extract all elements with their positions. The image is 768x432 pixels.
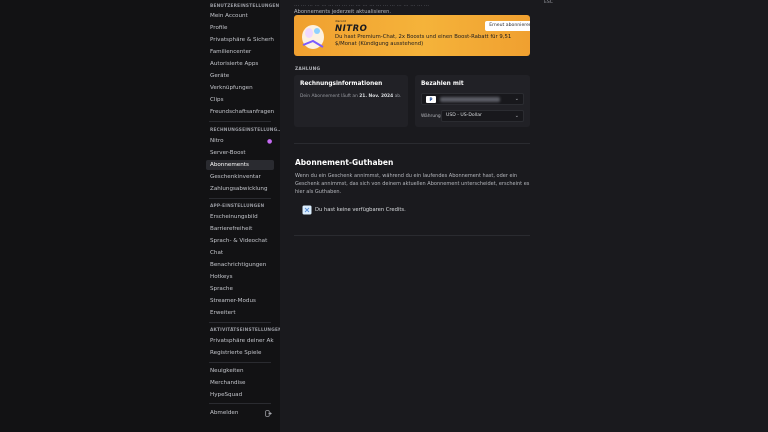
blurred-account-email	[440, 97, 500, 102]
settings-window: BENUTZEREINSTELLUNGEN Mein Account Profi…	[0, 0, 768, 432]
sidebar-item-notifications[interactable]: Benachrichtigungen	[206, 260, 274, 270]
currency-value: USD - US-Dollar	[446, 113, 482, 118]
sidebar-item-appearance[interactable]: Erscheinungsbild	[206, 212, 274, 222]
subscription-end-date: 21. Nov. 2024	[359, 94, 394, 99]
pay-with-title: Bezahlen mit	[421, 81, 464, 87]
sidebar-divider	[209, 403, 271, 404]
sidebar-divider	[209, 121, 271, 122]
section-divider	[294, 143, 530, 144]
gift-icon	[302, 205, 312, 215]
nitro-logo: NITRO	[335, 24, 368, 34]
resubscribe-button[interactable]: Erneut abonnieren	[485, 21, 530, 31]
sidebar-item-activity-privacy[interactable]: Privatsphäre deiner Ak…	[206, 336, 274, 346]
sidebar-divider	[209, 198, 271, 199]
currency-select[interactable]: USD - US-Dollar ⌄	[441, 110, 524, 122]
payment-section-label: ZAHLUNG	[295, 67, 321, 72]
sidebar-item-server-boost[interactable]: Server-Boost	[206, 148, 274, 158]
esc-label[interactable]: ESC	[544, 0, 553, 5]
sidebar-item-clips[interactable]: Clips	[206, 95, 274, 105]
sidebar-item-profiles[interactable]: Profile	[206, 23, 274, 33]
nitro-mascot-icon	[302, 25, 324, 49]
pay-with-card: Bezahlen mit P ⌄ Währung USD - US-Dollar…	[415, 75, 530, 127]
paypal-icon: P	[426, 96, 436, 103]
payment-method-select[interactable]: P ⌄	[421, 93, 524, 105]
nitro-badge-icon: ●	[267, 138, 273, 145]
sidebar-item-hypesquad[interactable]: HypeSquad	[206, 390, 274, 400]
sidebar-item-connections[interactable]: Verknüpfungen	[206, 83, 274, 93]
sidebar-item-language[interactable]: Sprache	[206, 284, 274, 294]
sidebar-item-registered-games[interactable]: Registrierte Spiele	[206, 348, 274, 358]
billing-info-text: Dein Abonnement läuft an 21. Nov. 2024 a…	[300, 94, 401, 99]
logout-icon	[265, 410, 272, 417]
sidebar-item-devices[interactable]: Geräte	[206, 71, 274, 81]
nitro-sub-logo: discord	[335, 19, 346, 23]
intro-text: … … … … … … … … … … … … … … … … … … … … …	[294, 2, 534, 16]
sidebar-item-advanced[interactable]: Erweitert	[206, 308, 274, 318]
section-heading-user-settings: BENUTZEREINSTELLUNGEN	[210, 4, 280, 9]
sidebar-item-voice-video[interactable]: Sprach- & Videochat	[206, 236, 274, 246]
nitro-subscription-banner: discord NITRO Du hast Premium-Chat, 2x B…	[294, 15, 530, 56]
sidebar-item-privacy-safety[interactable]: Privatsphäre & Sicherh…	[206, 35, 274, 45]
sidebar-item-my-account[interactable]: Mein Account	[206, 11, 274, 21]
billing-text-suffix: ab.	[393, 94, 402, 99]
intro-text-line: … … … … … … … … … … … … … … … … … … … …	[294, 2, 430, 8]
sidebar-item-merchandise[interactable]: Merchandise	[206, 378, 274, 388]
sidebar-item-subscriptions[interactable]: Abonnements	[206, 160, 274, 170]
section-heading-billing-settings: RECHNUNGSEINSTELLUNG…	[210, 128, 282, 133]
logout-button[interactable]: Abmelden	[206, 408, 274, 418]
sidebar-item-accessibility[interactable]: Barrierefreiheit	[206, 224, 274, 234]
sidebar-item-chat[interactable]: Chat	[206, 248, 274, 258]
subscriptions-page: … … … … … … … … … … … … … … … … … … … … …	[280, 0, 768, 432]
sidebar-item-streamer-mode[interactable]: Streamer-Modus	[206, 296, 274, 306]
sidebar-item-keybinds[interactable]: Hotkeys	[206, 272, 274, 282]
sidebar-item-whats-new[interactable]: Neuigkeiten	[206, 366, 274, 376]
nitro-plan-description: Du hast Premium-Chat, 2x Boosts und eine…	[335, 34, 512, 47]
sidebar-item-family-center[interactable]: Familiencenter	[206, 47, 274, 57]
currency-label: Währung	[421, 114, 441, 119]
chevron-down-icon: ⌄	[514, 96, 519, 102]
section-divider	[294, 235, 530, 236]
sidebar-item-gift-inventory[interactable]: Geschenkinventar	[206, 172, 274, 182]
sidebar-divider	[209, 362, 271, 363]
billing-info-title: Rechnungsinformationen	[300, 81, 383, 87]
section-heading-app-settings: APP-EINSTELLUNGEN	[210, 204, 265, 209]
sidebar-item-nitro[interactable]: Nitro	[206, 136, 274, 146]
sidebar-item-billing[interactable]: Zahlungsabwicklung	[206, 184, 274, 194]
chevron-down-icon: ⌄	[514, 113, 519, 119]
billing-text-prefix: Dein Abonnement läuft an	[300, 94, 360, 99]
settings-sidebar: BENUTZEREINSTELLUNGEN Mein Account Profi…	[0, 0, 282, 432]
sidebar-item-authorized-apps[interactable]: Autorisierte Apps	[206, 59, 274, 69]
credits-heading: Abonnement-Guthaben	[295, 158, 394, 167]
no-credits-text: Du hast keine verfügbaren Credits.	[315, 207, 406, 213]
sidebar-item-friend-requests[interactable]: Freundschaftsanfragen	[206, 107, 274, 117]
sidebar-divider	[209, 322, 271, 323]
section-heading-activity-settings: AKTIVITÄTSEINSTELLUNGEN	[210, 328, 282, 333]
credits-description: Wenn du ein Geschenk annimmst, während d…	[295, 173, 530, 195]
billing-info-card: Rechnungsinformationen Dein Abonnement l…	[294, 75, 408, 127]
